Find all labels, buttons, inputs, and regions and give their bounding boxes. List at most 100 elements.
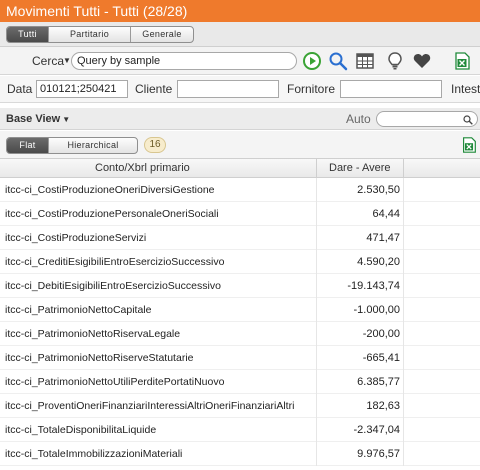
view-bar: Base View ▼ Auto (0, 108, 480, 130)
column-header-account[interactable]: Conto/Xbrl primario (95, 162, 190, 174)
search-label[interactable]: Cerca (32, 54, 64, 68)
cell-amount: 2.530,50 (357, 184, 400, 196)
base-view-label: Base View (6, 113, 61, 125)
table-row[interactable]: itcc-ci_TotaleImmobilizzazioniMateriali 9… (0, 442, 480, 466)
cliente-field[interactable] (177, 80, 279, 98)
row-divider (316, 274, 317, 298)
row-divider (403, 370, 404, 394)
mode-flat[interactable]: Flat (7, 138, 49, 153)
filter-bar: Data Cliente Fornitore Intest (0, 76, 480, 103)
table-row[interactable]: itcc-ci_CostiProduzionePersonaleOneriSoc… (0, 202, 480, 226)
row-divider (403, 322, 404, 346)
cell-amount: 64,44 (372, 208, 400, 220)
data-field[interactable] (36, 80, 128, 98)
table-row[interactable]: itcc-ci_CreditiEsigibiliEntroEsercizioSu… (0, 250, 480, 274)
row-divider (403, 298, 404, 322)
row-divider (403, 202, 404, 226)
row-divider (316, 442, 317, 466)
excel-icon[interactable] (452, 51, 472, 71)
mode-bar: Flat Hierarchical 16 (0, 131, 480, 158)
cell-amount: 471,47 (366, 232, 400, 244)
column-divider[interactable] (316, 159, 317, 178)
table-row[interactable]: itcc-ci_PatrimonioNettoRiserveStatutarie… (0, 346, 480, 370)
cell-account: itcc-ci_CreditiEsigibiliEntroEsercizioSu… (5, 256, 225, 268)
mode-hierarchical[interactable]: Hierarchical (49, 138, 137, 153)
tab-bar: Tutti Partitario Generale (0, 22, 480, 47)
row-divider (403, 178, 404, 202)
lightbulb-icon[interactable] (385, 51, 405, 71)
table-row[interactable]: itcc-ci_PatrimonioNettoUtiliPerditePorta… (0, 370, 480, 394)
auto-label: Auto (346, 112, 371, 126)
cell-amount: -19.143,74 (347, 280, 400, 292)
row-divider (403, 226, 404, 250)
table-row[interactable]: itcc-ci_TotaleDisponibilitaLiquide -2.347… (0, 418, 480, 442)
row-divider (403, 418, 404, 442)
cell-account: itcc-ci_CostiProduzioneServizi (5, 232, 147, 244)
table-row[interactable]: itcc-ci_ProventiOneriFinanziariInteressi… (0, 394, 480, 418)
tab-partitario[interactable]: Partitario (49, 27, 131, 42)
export-excel-icon[interactable] (460, 136, 478, 154)
row-divider (403, 250, 404, 274)
row-divider (316, 346, 317, 370)
tab-segmented-control: Tutti Partitario Generale (6, 26, 194, 43)
cell-amount: -200,00 (362, 328, 400, 340)
search-toolbar: Cerca ▼ (0, 47, 480, 75)
cell-amount: 182,63 (366, 400, 400, 412)
cell-amount: -665,41 (362, 352, 400, 364)
fornitore-label: Fornitore (287, 82, 336, 96)
row-divider (316, 418, 317, 442)
cell-account: itcc-ci_PatrimonioNettoRiservaLegale (5, 328, 181, 340)
row-divider (316, 250, 317, 274)
cell-account: itcc-ci_ProventiOneriFinanziariInteressi… (5, 400, 295, 412)
cell-account: itcc-ci_PatrimonioNettoUtiliPerditePorta… (5, 376, 225, 388)
row-divider (403, 346, 404, 370)
table-row[interactable]: itcc-ci_PatrimonioNettoRiservaLegale -200… (0, 322, 480, 346)
table-row[interactable]: itcc-ci_PatrimonioNettoCapitale -1.000,00 (0, 298, 480, 322)
table-icon[interactable] (355, 51, 375, 71)
row-divider (316, 298, 317, 322)
intest-label: Intest (451, 82, 480, 96)
row-divider (316, 202, 317, 226)
tab-tutti[interactable]: Tutti (7, 27, 49, 42)
cell-amount: -1.000,00 (353, 304, 400, 316)
base-view-dropdown[interactable]: Base View ▼ (6, 113, 70, 125)
cell-account: itcc-ci_PatrimonioNettoCapitale (5, 304, 152, 316)
data-label: Data (7, 82, 33, 96)
cell-amount: 9.976,57 (357, 448, 400, 460)
cell-account: itcc-ci_DebitiEsigibiliEntroEsercizioSuc… (5, 280, 221, 292)
search-input[interactable] (71, 52, 297, 70)
magnifier-icon[interactable] (328, 51, 348, 71)
grid-header: Conto/Xbrl primario Dare - Avere (0, 158, 480, 178)
search-dropdown-icon[interactable]: ▼ (63, 56, 71, 65)
count-badge: 16 (144, 137, 166, 153)
cell-amount: 6.385,77 (357, 376, 400, 388)
auto-search-input[interactable] (376, 111, 478, 127)
play-icon[interactable] (302, 51, 322, 71)
cell-account: itcc-ci_CostiProduzioneOneriDiversiGesti… (5, 184, 215, 196)
cell-amount: 4.590,20 (357, 256, 400, 268)
tab-generale[interactable]: Generale (131, 27, 193, 42)
column-header-amount[interactable]: Dare - Avere (329, 162, 391, 174)
window-title: Movimenti Tutti - Tutti (28/28) (0, 0, 480, 22)
table-row[interactable]: itcc-ci_CostiProduzioneOneriDiversiGesti… (0, 178, 480, 202)
row-divider (316, 178, 317, 202)
cliente-label: Cliente (135, 82, 173, 96)
row-divider (403, 394, 404, 418)
search-icon (463, 115, 473, 125)
cell-account: itcc-ci_CostiProduzionePersonaleOneriSoc… (5, 208, 219, 220)
column-divider[interactable] (403, 159, 404, 178)
cell-account: itcc-ci_TotaleDisponibilitaLiquide (5, 424, 157, 436)
row-divider (403, 442, 404, 466)
cell-account: itcc-ci_TotaleImmobilizzazioniMateriali (5, 448, 183, 460)
heart-icon[interactable] (412, 51, 432, 71)
fornitore-field[interactable] (340, 80, 442, 98)
cell-amount: -2.347,04 (353, 424, 400, 436)
mode-segmented-control: Flat Hierarchical (6, 137, 138, 154)
chevron-down-icon: ▼ (62, 115, 71, 124)
row-divider (316, 226, 317, 250)
row-divider (316, 370, 317, 394)
table-row[interactable]: itcc-ci_DebitiEsigibiliEntroEsercizioSuc… (0, 274, 480, 298)
row-divider (403, 274, 404, 298)
row-divider (316, 394, 317, 418)
table-row[interactable]: itcc-ci_CostiProduzioneServizi 471,47 (0, 226, 480, 250)
